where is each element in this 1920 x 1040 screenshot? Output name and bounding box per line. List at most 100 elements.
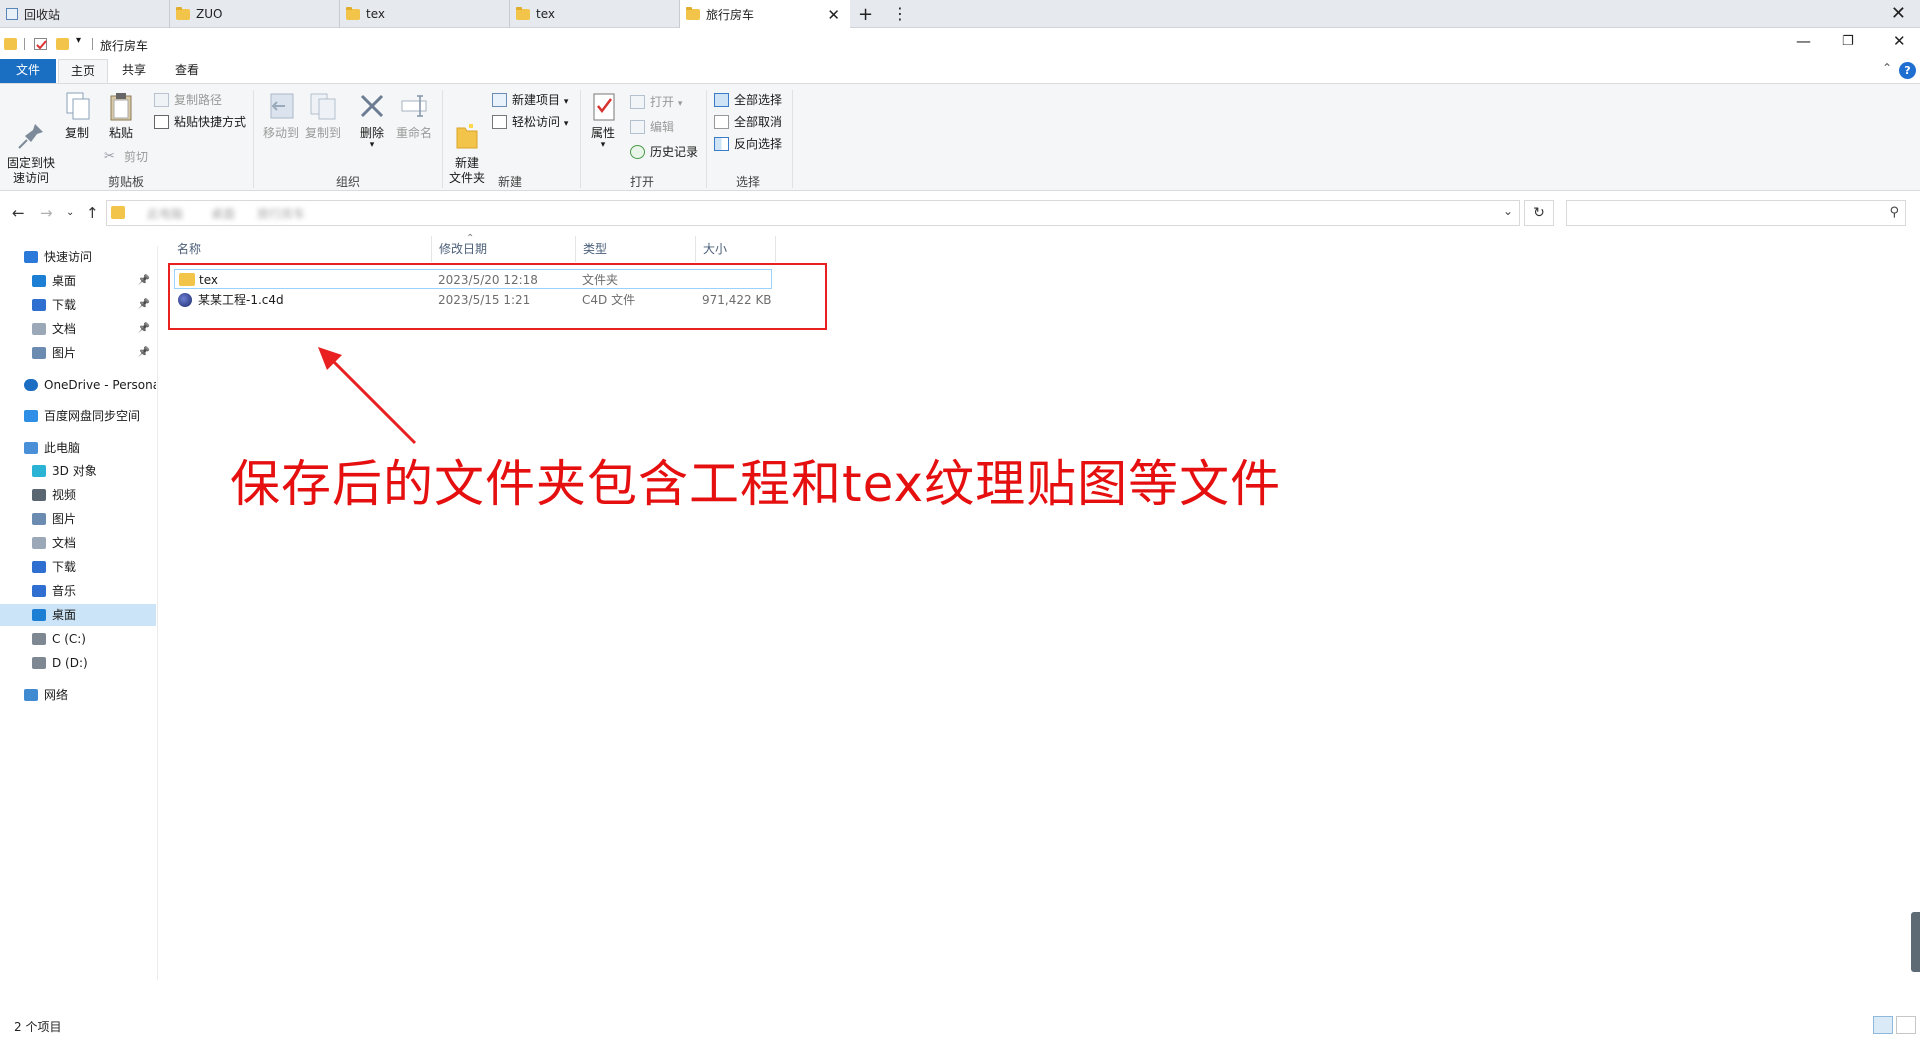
breadcrumb-item[interactable]: 此电脑 — [147, 205, 183, 222]
back-icon[interactable]: ← — [12, 204, 25, 222]
copy-path-button[interactable]: 复制路径 — [154, 90, 222, 110]
sidebar-item[interactable]: 百度网盘同步空间 — [0, 405, 156, 427]
sidebar-item[interactable]: 桌面 📌 — [0, 270, 156, 292]
button-label: 新建项目 — [512, 93, 561, 107]
address-bar[interactable]: 此电脑 桌面 旅行房车 ⌄ — [106, 200, 1520, 226]
tab-view[interactable]: 查看 — [163, 59, 211, 83]
invert-selection-icon — [714, 137, 729, 151]
tab-home[interactable]: 主页 — [58, 59, 109, 83]
sidebar-item-label: 图片 — [52, 346, 77, 360]
column-size[interactable]: 大小 — [696, 236, 776, 262]
invert-selection-button[interactable]: 反向选择 — [714, 134, 782, 154]
customize-quick-access-icon[interactable]: ▾ — [76, 35, 81, 46]
side-handle[interactable] — [1911, 912, 1920, 972]
copy-to-icon — [307, 90, 339, 122]
breadcrumb-item[interactable]: 桌面 — [211, 205, 235, 222]
dropdown-arrow-icon: ▾ — [677, 99, 683, 109]
new-folder-button[interactable]: 新建 文件夹 — [448, 90, 486, 186]
tab-travel-rv[interactable]: 旅行房车 ✕ — [680, 0, 850, 29]
sidebar-item[interactable]: 下载 📌 — [0, 294, 156, 316]
rename-button[interactable]: 重命名 — [394, 90, 434, 141]
pin-icon: 📌 — [137, 347, 150, 358]
sidebar-item[interactable]: 文档 — [0, 532, 156, 554]
divider — [442, 90, 443, 188]
address-dropdown-icon[interactable]: ⌄ — [1503, 204, 1513, 218]
close-tab-icon[interactable]: ✕ — [827, 6, 840, 24]
sidebar-item-label: 文档 — [52, 322, 77, 336]
sidebar-item[interactable]: 图片 — [0, 508, 156, 530]
easy-access-button[interactable]: 轻松访问 ▾ — [492, 112, 568, 132]
select-none-button[interactable]: 全部取消 — [714, 112, 782, 132]
new-folder-quick-icon[interactable] — [56, 38, 69, 50]
copy-button[interactable]: 复制 — [62, 90, 92, 141]
sidebar-item[interactable]: 3D 对象 — [0, 460, 156, 482]
tab-tex-2[interactable]: tex — [510, 0, 680, 28]
history-button[interactable]: 历史记录 — [630, 142, 698, 162]
restore-icon[interactable]: ❐ — [1842, 34, 1854, 49]
sidebar-item[interactable]: 图片 📌 — [0, 342, 156, 364]
download-icon — [32, 561, 46, 573]
sidebar-item[interactable]: 音乐 — [0, 580, 156, 602]
tab-share[interactable]: 共享 — [110, 59, 158, 83]
large-icons-view-icon[interactable] — [1896, 1016, 1916, 1034]
button-label: 剪切 — [124, 150, 149, 164]
sidebar-item[interactable]: 桌面 — [0, 604, 156, 626]
tab-label: tex — [536, 7, 555, 21]
minimize-icon[interactable]: — — [1796, 32, 1811, 50]
move-to-button[interactable]: 移动到 — [260, 90, 302, 141]
sidebar-item-label: 下载 — [52, 560, 77, 574]
sidebar-item[interactable]: 视频 — [0, 484, 156, 506]
sidebar-item[interactable]: 下载 — [0, 556, 156, 578]
column-modified[interactable]: 修改日期 — [432, 236, 576, 262]
sidebar-item[interactable]: 网络 — [0, 684, 156, 706]
cut-button[interactable]: ✂ 剪切 — [104, 147, 148, 167]
tab-zuo[interactable]: ZUO — [170, 0, 340, 28]
open-button[interactable]: 打开 ▾ — [630, 92, 682, 112]
more-options-icon[interactable]: ⋮ — [892, 4, 908, 23]
sidebar-item-label: 3D 对象 — [52, 464, 97, 478]
divider — [24, 38, 25, 50]
recent-locations-icon[interactable]: ⌄ — [66, 207, 74, 218]
paste-button[interactable]: 粘贴 — [104, 90, 138, 141]
up-icon[interactable]: ↑ — [86, 204, 99, 222]
pin-icon: 📌 — [137, 299, 150, 310]
breadcrumb-item[interactable]: 旅行房车 — [257, 205, 305, 222]
sidebar-item[interactable]: 此电脑 — [0, 437, 156, 459]
collapse-ribbon-icon[interactable]: ⌃ — [1882, 61, 1892, 75]
paste-shortcut-button[interactable]: 粘贴快捷方式 — [154, 112, 246, 132]
select-all-button[interactable]: 全部选择 — [714, 90, 782, 110]
details-view-icon[interactable] — [1873, 1016, 1893, 1034]
close-window-icon[interactable]: ✕ — [1891, 3, 1906, 24]
paste-shortcut-icon — [154, 115, 169, 129]
button-label: 重命名 — [395, 126, 432, 140]
search-input[interactable]: ⚲ — [1566, 200, 1906, 226]
rename-icon — [398, 90, 430, 122]
sidebar-item[interactable]: 文档 📌 — [0, 318, 156, 340]
sidebar-item[interactable]: C (C:) — [0, 628, 156, 650]
delete-button[interactable]: 删除 ▾ — [355, 90, 389, 150]
button-label: 粘贴 — [108, 126, 133, 140]
sidebar-item[interactable]: OneDrive - Persona — [0, 374, 156, 396]
sidebar-item-label: C (C:) — [52, 632, 86, 646]
close-icon[interactable]: ✕ — [1893, 32, 1906, 50]
new-item-button[interactable]: 新建项目 ▾ — [492, 90, 568, 110]
forward-icon[interactable]: → — [40, 204, 53, 222]
new-tab-icon[interactable]: + — [858, 4, 873, 25]
button-label: 删除 — [359, 126, 384, 140]
properties-button[interactable]: 属性 ▾ — [588, 90, 618, 150]
tab-tex-1[interactable]: tex — [340, 0, 510, 28]
folder-icon — [516, 6, 530, 20]
tab-file[interactable]: 文件 — [0, 59, 56, 83]
properties-quick-icon[interactable] — [34, 38, 47, 50]
sidebar-item[interactable]: 快速访问 — [0, 246, 156, 268]
tab-recycle-bin[interactable]: 回收站 — [0, 0, 170, 28]
edit-button[interactable]: 编辑 — [630, 117, 674, 137]
help-icon[interactable]: ? — [1899, 62, 1916, 79]
column-type[interactable]: 类型 — [576, 236, 696, 262]
sidebar-item[interactable]: D (D:) — [0, 652, 156, 674]
column-name[interactable]: 名称 — [170, 236, 432, 262]
copy-to-button[interactable]: 复制到 — [302, 90, 344, 141]
pin-to-quick-access-button[interactable]: 固定到快 速访问 — [6, 90, 56, 186]
button-label: 复制路径 — [174, 93, 223, 107]
refresh-icon[interactable]: ↻ — [1524, 200, 1554, 226]
